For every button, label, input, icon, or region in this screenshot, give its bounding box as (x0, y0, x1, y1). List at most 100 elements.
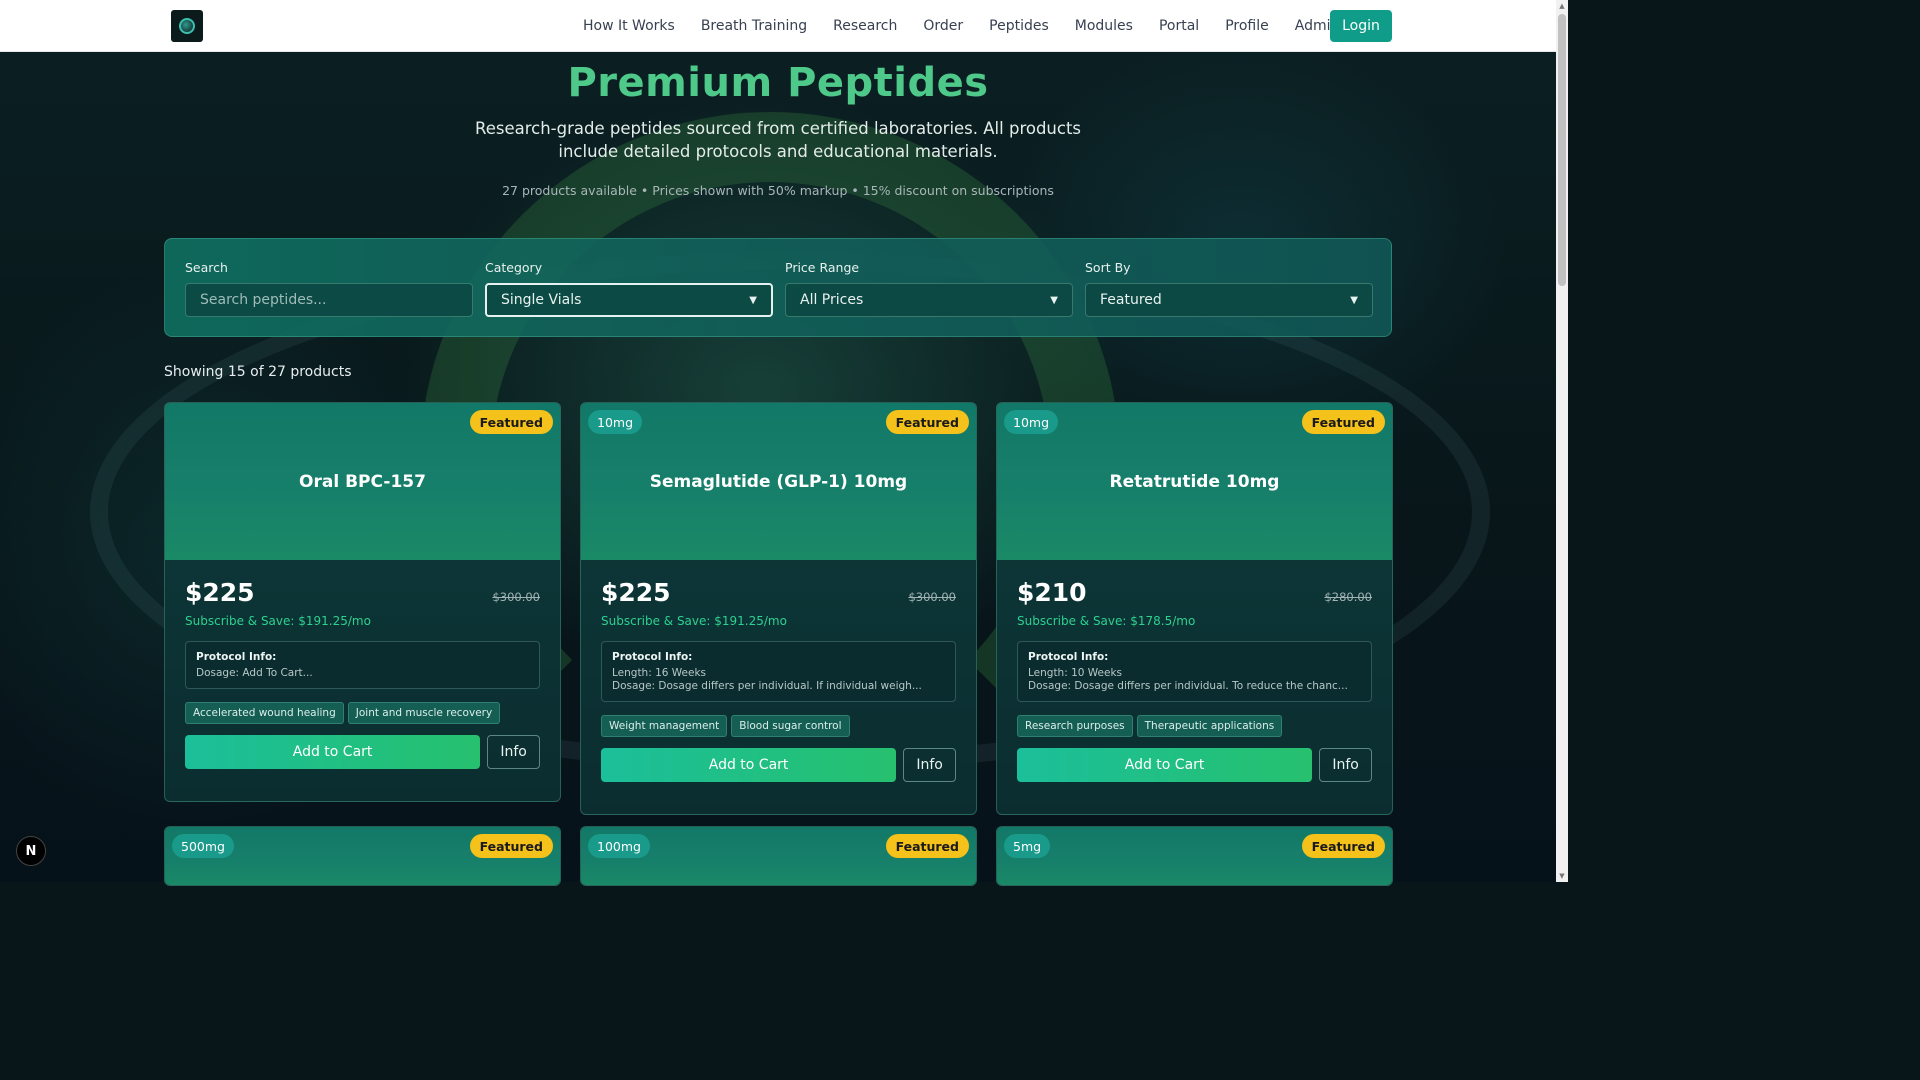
sort-value: Featured (1100, 292, 1162, 308)
card-actions: Add to Cart Info (1017, 748, 1372, 814)
nav-link-portal[interactable]: Portal (1159, 18, 1199, 34)
protocol-info: Protocol Info: Dosage: Add To Cart... (185, 641, 540, 689)
benefit-tag: Joint and muscle recovery (347, 702, 501, 724)
product-name: Retatrutide 10mg (1109, 471, 1280, 492)
product-card: Featured Oral BPC-157 $225 $300.00 Subsc… (164, 402, 561, 802)
price-range-select[interactable]: All Prices ▼ (785, 283, 1073, 317)
page-scrollbar[interactable]: ▲ ▼ (1556, 0, 1568, 882)
product-name: Oral BPC-157 (299, 471, 426, 492)
nextjs-dev-badge[interactable]: N (16, 836, 46, 866)
search-input[interactable]: Search peptides... (185, 283, 473, 317)
chevron-down-icon: ▼ (1050, 294, 1058, 306)
product-card: 500mg Featured (164, 826, 561, 886)
product-price: $210 (1017, 578, 1087, 607)
price-range-value: All Prices (800, 292, 864, 308)
info-button[interactable]: Info (903, 748, 956, 782)
protocol-title: Protocol Info: (1028, 651, 1109, 663)
original-price: $280.00 (1324, 590, 1372, 604)
add-to-cart-button[interactable]: Add to Cart (185, 735, 481, 769)
info-button[interactable]: Info (487, 735, 540, 769)
scroll-down-icon[interactable]: ▼ (1558, 872, 1566, 880)
results-count: Showing 15 of 27 products (164, 364, 352, 380)
protocol-line: Length: 16 Weeks (612, 667, 707, 679)
protocol-line: Dosage: Dosage differs per individual. I… (612, 680, 922, 692)
protocol-title: Protocol Info: (196, 651, 277, 663)
nav-link-order[interactable]: Order (923, 18, 963, 34)
category-value: Single Vials (501, 292, 582, 308)
nav-link-how-it-works[interactable]: How It Works (583, 18, 675, 34)
product-card-header: 10mg Featured Retatrutide 10mg (997, 403, 1392, 560)
category-label: Category (485, 260, 543, 275)
benefit-tag: Accelerated wound healing (185, 702, 344, 724)
price-row: $210 $280.00 (1017, 578, 1372, 610)
page-title: Premium Peptides (567, 60, 989, 106)
nav-link-peptides[interactable]: Peptides (989, 18, 1049, 34)
benefit-tag: Therapeutic applications (1136, 715, 1283, 737)
product-card-header: 100mg Featured (581, 827, 976, 885)
size-badge: 500mg (172, 834, 234, 858)
protocol-info: Protocol Info: Length: 16 Weeks Dosage: … (601, 641, 956, 702)
protocol-line: Length: 10 Weeks (1028, 667, 1123, 679)
featured-badge: Featured (885, 410, 969, 434)
product-card-header: Featured Oral BPC-157 (165, 403, 560, 560)
search-group: Search Search peptides... (185, 260, 473, 317)
add-to-cart-button[interactable]: Add to Cart (1017, 748, 1313, 782)
product-price: $225 (601, 578, 671, 607)
site-logo[interactable] (171, 10, 203, 42)
price-row: $225 $300.00 (601, 578, 956, 610)
protocol-title: Protocol Info: (612, 651, 693, 663)
product-card-body: $225 $300.00 Subscribe & Save: $191.25/m… (165, 560, 560, 801)
card-actions: Add to Cart Info (601, 748, 956, 814)
card-actions: Add to Cart Info (185, 735, 540, 801)
category-group: Category Single Vials ▼ (485, 260, 773, 317)
info-button[interactable]: Info (1319, 748, 1372, 782)
price-row: $225 $300.00 (185, 578, 540, 610)
protocol-info: Protocol Info: Length: 10 Weeks Dosage: … (1017, 641, 1372, 702)
featured-badge: Featured (1301, 410, 1385, 434)
filter-panel: Search Search peptides... Category Singl… (164, 238, 1392, 337)
benefit-tags: Research purposes Therapeutic applicatio… (1017, 715, 1372, 737)
product-card: 10mg Featured Retatrutide 10mg $210 $280… (996, 402, 1393, 815)
size-badge: 10mg (588, 410, 643, 434)
subscribe-save-text: Subscribe & Save: $191.25/mo (601, 614, 787, 628)
protocol-line: Dosage: Add To Cart... (196, 667, 313, 679)
nav-link-research[interactable]: Research (833, 18, 897, 34)
product-card-body: $225 $300.00 Subscribe & Save: $191.25/m… (581, 560, 976, 814)
add-to-cart-button[interactable]: Add to Cart (601, 748, 897, 782)
subscribe-save-text: Subscribe & Save: $178.5/mo (1017, 614, 1196, 628)
chevron-down-icon: ▼ (1350, 294, 1358, 306)
page-subtitle: Research-grade peptides sourced from cer… (474, 119, 1082, 161)
featured-badge: Featured (885, 834, 969, 858)
nav-link-breath-training[interactable]: Breath Training (701, 18, 807, 34)
category-select[interactable]: Single Vials ▼ (485, 283, 773, 317)
top-navbar: How It Works Breath Training Research Or… (0, 0, 1556, 52)
benefit-tag: Research purposes (1017, 715, 1133, 737)
scrollbar-thumb[interactable] (1558, 14, 1566, 286)
search-placeholder: Search peptides... (200, 292, 327, 308)
nav-links: How It Works Breath Training Research Or… (583, 0, 1365, 52)
product-card-header: 10mg Featured Semaglutide (GLP-1) 10mg (581, 403, 976, 560)
sort-label: Sort By (1085, 260, 1131, 275)
login-button[interactable]: Login (1330, 10, 1392, 42)
size-badge: 100mg (588, 834, 650, 858)
price-group: Price Range All Prices ▼ (785, 260, 1073, 317)
benefit-tags: Weight management Blood sugar control (601, 715, 956, 737)
product-card-header: 5mg Featured (997, 827, 1392, 885)
search-label: Search (185, 260, 228, 275)
product-price: $225 (185, 578, 255, 607)
product-name: Semaglutide (GLP-1) 10mg (649, 471, 908, 492)
nav-link-profile[interactable]: Profile (1225, 18, 1269, 34)
subscribe-save-text: Subscribe & Save: $191.25/mo (185, 614, 371, 628)
nav-link-modules[interactable]: Modules (1075, 18, 1133, 34)
price-label: Price Range (785, 260, 860, 275)
original-price: $300.00 (908, 590, 956, 604)
scroll-up-icon[interactable]: ▲ (1558, 2, 1566, 10)
protocol-line: Dosage: Dosage differs per individual. T… (1028, 680, 1348, 692)
benefit-tag: Blood sugar control (731, 715, 850, 737)
featured-badge: Featured (469, 410, 553, 434)
featured-badge: Featured (1301, 834, 1385, 858)
sort-group: Sort By Featured ▼ (1085, 260, 1373, 317)
featured-badge: Featured (469, 834, 553, 858)
benefit-tags: Accelerated wound healing Joint and musc… (185, 702, 540, 724)
sort-select[interactable]: Featured ▼ (1085, 283, 1373, 317)
